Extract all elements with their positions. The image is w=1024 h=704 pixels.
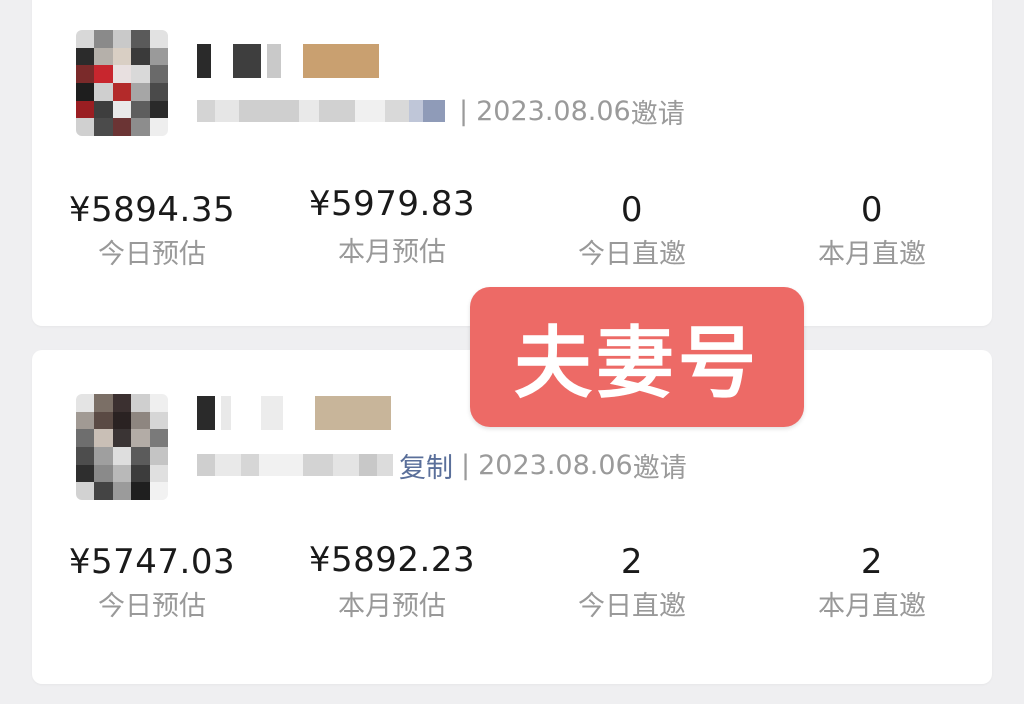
user-nickname (197, 44, 379, 78)
stat-value: 0 (620, 190, 644, 230)
user-card-1: | 2023.08.06 邀请 ¥5894.35 今日预估 ¥5979.83 本… (32, 0, 992, 326)
stat-month-estimate: ¥5892.23 本月预估 (272, 540, 512, 624)
invite-info: | 2023.08.06 邀请 (197, 94, 685, 130)
invite-date: 2023.08.06 (476, 95, 631, 127)
overlay-label-badge: 夫妻号 (470, 287, 804, 427)
stat-today-estimate: ¥5747.03 今日预估 (32, 542, 272, 624)
invite-suffix: 邀请 (630, 98, 685, 130)
stat-today-invites: 2 今日直邀 (512, 542, 752, 624)
stat-label: 本月预估 (338, 591, 446, 622)
stat-label: 今日直邀 (578, 591, 686, 622)
copy-link[interactable]: 复制 (399, 446, 453, 485)
stat-month-estimate: ¥5979.83 本月预估 (272, 184, 512, 270)
stat-label: 本月直邀 (818, 591, 926, 622)
stat-value: ¥5894.35 (68, 190, 236, 230)
stats-row: ¥5894.35 今日预估 ¥5979.83 本月预估 0 今日直邀 0 本月直… (32, 184, 992, 300)
stat-label: 今日预估 (98, 591, 206, 622)
masked-user-id (197, 454, 393, 476)
stat-label: 今日预估 (98, 239, 206, 270)
stat-label: 本月预估 (338, 237, 446, 268)
stat-value: 0 (860, 190, 884, 230)
stats-row: ¥5747.03 今日预估 ¥5892.23 本月预估 2 今日直邀 2 本月直… (32, 540, 992, 652)
stat-value: 2 (620, 542, 644, 582)
separator: | (459, 95, 469, 127)
stat-month-invites: 2 本月直邀 (752, 542, 992, 624)
invite-info: 复制 | 2023.08.06 邀请 (197, 446, 687, 485)
avatar[interactable] (76, 394, 168, 500)
stat-month-invites: 0 本月直邀 (752, 190, 992, 272)
stat-today-estimate: ¥5894.35 今日预估 (32, 190, 272, 272)
stat-today-invites: 0 今日直邀 (512, 190, 752, 272)
user-nickname (197, 396, 391, 430)
invite-suffix: 邀请 (632, 452, 687, 484)
invite-date: 2023.08.06 (478, 449, 633, 481)
stat-value: ¥5892.23 (308, 540, 476, 580)
stat-value: ¥5747.03 (68, 542, 236, 582)
stat-value: ¥5979.83 (308, 184, 476, 224)
avatar[interactable] (76, 30, 168, 136)
stat-label: 本月直邀 (818, 239, 926, 270)
stat-value: 2 (860, 542, 884, 582)
masked-user-id (197, 100, 445, 122)
stat-label: 今日直邀 (578, 239, 686, 270)
separator: | (461, 449, 471, 481)
